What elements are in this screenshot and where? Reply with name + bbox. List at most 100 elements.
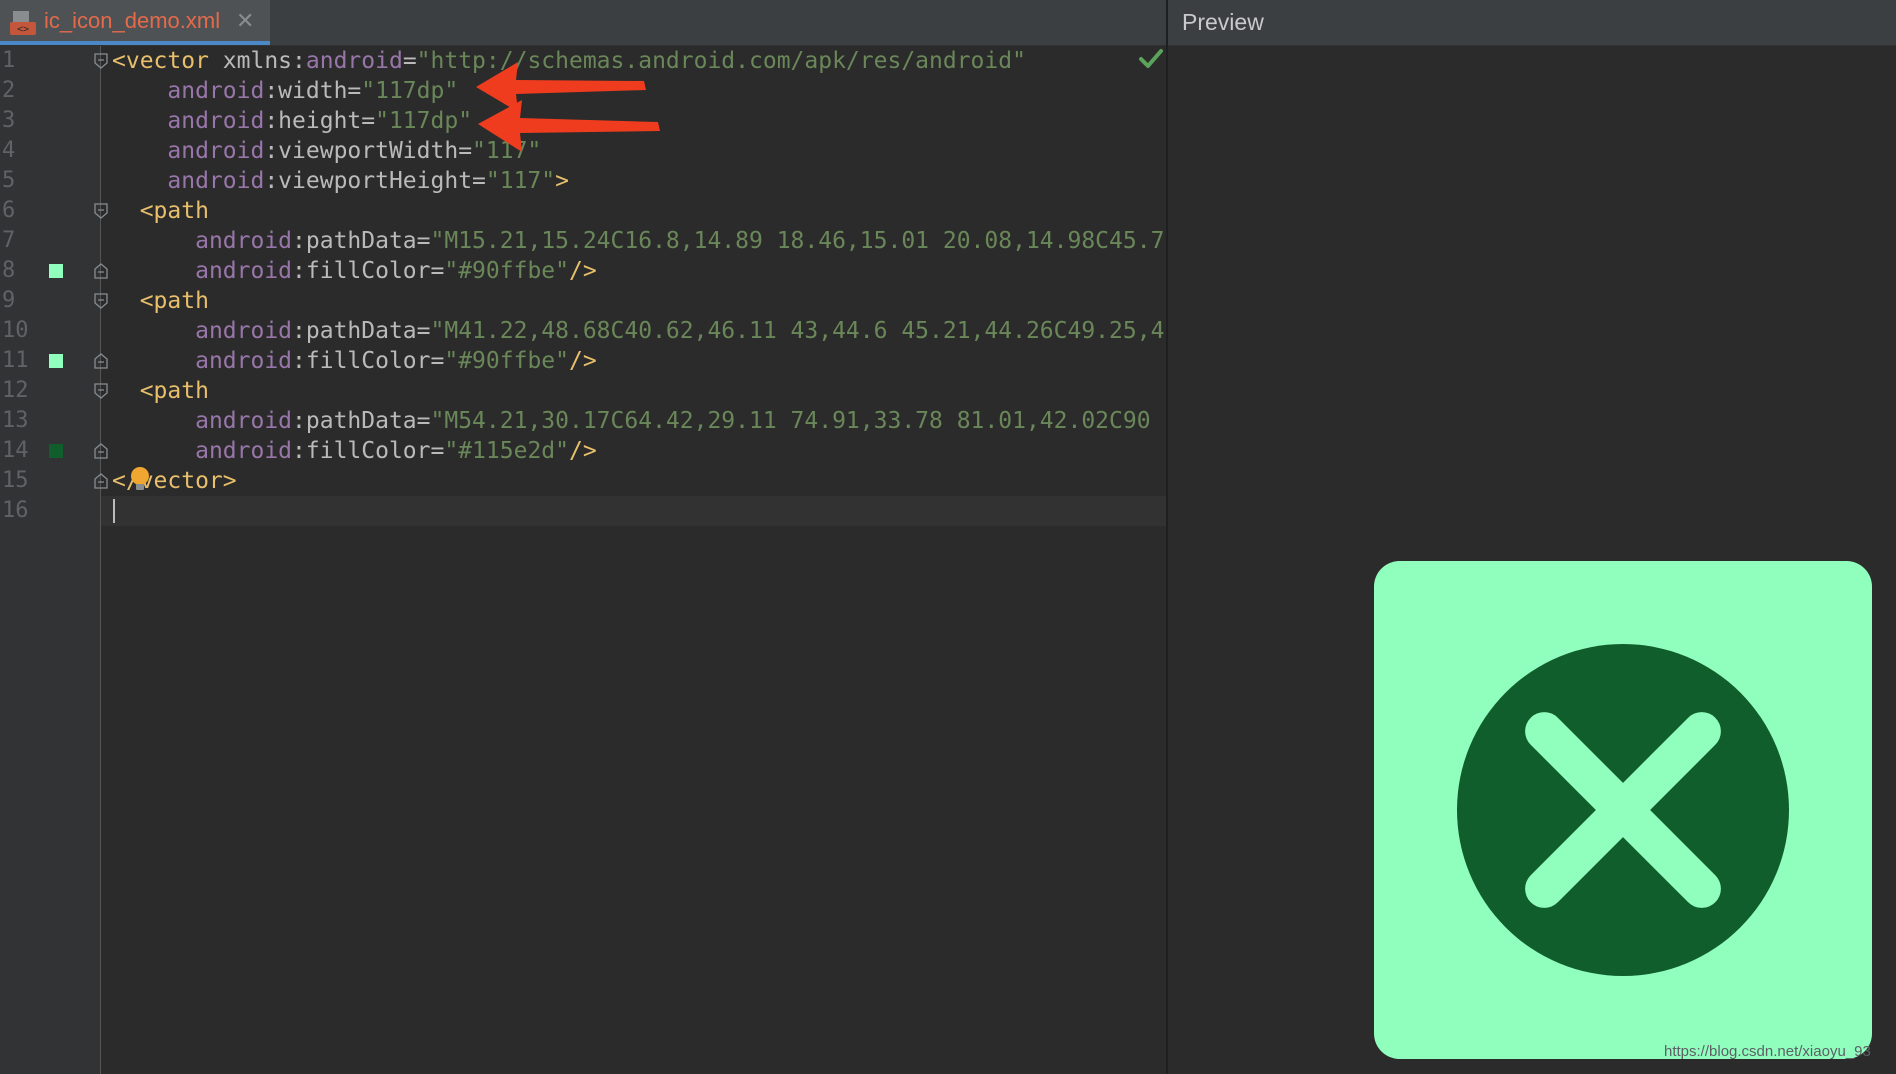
code-token: :width= xyxy=(264,78,362,104)
code-text: android:fillColor="#90ffbe"/> xyxy=(112,256,597,286)
code-token: "117dp" xyxy=(375,108,473,134)
code-token: /> xyxy=(568,258,597,284)
code-token: :fillColor= xyxy=(292,438,445,464)
line-number: 3 xyxy=(2,108,16,133)
line-number: 1 xyxy=(2,48,16,73)
code-line[interactable]: 5 android:viewportHeight="117"> xyxy=(0,166,1166,196)
preview-header: Preview xyxy=(1168,0,1896,46)
fold-close-icon[interactable] xyxy=(94,263,108,279)
tab-ic-icon-demo[interactable]: <> ic_icon_demo.xml ✕ xyxy=(0,0,270,45)
code-line[interactable]: 15 </vector> xyxy=(0,466,1166,496)
code-token: "#90ffbe" xyxy=(444,258,569,284)
code-line[interactable]: 13 android:pathData="M54.21,30.17C64.42,… xyxy=(0,406,1166,436)
svg-text:<>: <> xyxy=(17,24,29,35)
code-line[interactable]: 11 android:fillColor="#90ffbe"/> xyxy=(0,346,1166,376)
code-token: = xyxy=(402,48,417,74)
fold-open-icon[interactable] xyxy=(94,293,108,309)
line-number: 10 xyxy=(2,318,29,343)
line-number: 11 xyxy=(2,348,29,373)
fold-open-icon[interactable] xyxy=(94,203,108,219)
watermark: https://blog.csdn.net/xiaoyu_93 xyxy=(1664,1043,1871,1060)
code-token: :fillColor= xyxy=(292,348,445,374)
code-text: android:width="117dp" xyxy=(112,76,458,106)
close-circle-icon xyxy=(1374,561,1872,1059)
code-text: android:pathData="M54.21,30.17C64.42,29.… xyxy=(112,406,1150,436)
code-token: :viewportWidth= xyxy=(264,138,473,164)
fold-open-icon[interactable] xyxy=(94,53,108,69)
code-line[interactable]: 7 android:pathData="M15.21,15.24C16.8,14… xyxy=(0,226,1166,256)
text-caret xyxy=(113,499,115,523)
line-number: 13 xyxy=(2,408,29,433)
code-token: android xyxy=(195,438,293,464)
line-number: 6 xyxy=(2,198,16,223)
code-token: <path xyxy=(112,288,209,314)
line-number: 8 xyxy=(2,258,16,283)
code-line[interactable]: 12 <path xyxy=(0,376,1166,406)
code-token: <vector xyxy=(112,48,223,74)
code-line[interactable]: 14 android:fillColor="#115e2d"/> xyxy=(0,436,1166,466)
code-text: android:viewportHeight="117"> xyxy=(112,166,569,196)
line-number: 7 xyxy=(2,228,16,253)
code-token: /> xyxy=(568,348,597,374)
fold-close-icon[interactable] xyxy=(94,353,108,369)
code-token: android xyxy=(195,258,293,284)
line-number: 15 xyxy=(2,468,29,493)
code-token: android xyxy=(195,348,293,374)
code-token: android xyxy=(305,48,403,74)
code-token: :pathData= xyxy=(292,318,431,344)
line-number: 2 xyxy=(2,78,16,103)
red-arrow-annotation-height xyxy=(478,100,660,152)
code-token: android xyxy=(167,108,265,134)
color-swatch[interactable] xyxy=(49,444,63,458)
line-number: 4 xyxy=(2,138,16,163)
code-token: <path xyxy=(112,198,209,224)
code-text: android:pathData="M15.21,15.24C16.8,14.8… xyxy=(112,226,1164,256)
code-token: :pathData= xyxy=(292,228,431,254)
tab-label: ic_icon_demo.xml xyxy=(44,8,221,33)
code-token: :fillColor= xyxy=(292,258,445,284)
line-number: 14 xyxy=(2,438,29,463)
code-line[interactable]: 9 <path xyxy=(0,286,1166,316)
lightbulb-icon[interactable] xyxy=(128,465,152,493)
close-icon[interactable]: ✕ xyxy=(236,8,254,34)
code-line[interactable]: 16 xyxy=(0,496,1166,526)
code-token: "M15.21,15.24C16.8,14.89 18.46,15.01 20.… xyxy=(430,228,1165,254)
line-number: 5 xyxy=(2,168,16,193)
fold-open-icon[interactable] xyxy=(94,383,108,399)
color-swatch[interactable] xyxy=(49,264,63,278)
fold-close-icon[interactable] xyxy=(94,443,108,459)
code-text: android:viewportWidth="117" xyxy=(112,136,541,166)
code-token: "117" xyxy=(485,168,556,194)
code-token: android xyxy=(195,408,293,434)
code-token: android xyxy=(167,78,265,104)
code-token: android xyxy=(167,168,265,194)
code-line[interactable]: 6 <path xyxy=(0,196,1166,226)
color-swatch[interactable] xyxy=(49,354,63,368)
code-text: <path xyxy=(112,376,209,406)
preview-title: Preview xyxy=(1182,9,1264,35)
line-number: 12 xyxy=(2,378,29,403)
code-token: android xyxy=(167,138,265,164)
code-line[interactable]: 8 android:fillColor="#90ffbe"/> xyxy=(0,256,1166,286)
code-line[interactable]: 10 android:pathData="M41.22,48.68C40.62,… xyxy=(0,316,1166,346)
code-token: "117dp" xyxy=(361,78,459,104)
code-text: <path xyxy=(112,196,209,226)
code-token: :viewportHeight= xyxy=(264,168,486,194)
code-text: android:fillColor="#115e2d"/> xyxy=(112,436,597,466)
code-text: android:height="117dp" xyxy=(112,106,472,136)
code-token: "#90ffbe" xyxy=(444,348,569,374)
code-editor[interactable]: <> ic_icon_demo.xml ✕ 1 <vector xmlns:and… xyxy=(0,0,1166,1074)
code-token: "#115e2d" xyxy=(444,438,569,464)
code-token: android xyxy=(195,318,293,344)
xml-file-icon: <> xyxy=(10,11,36,35)
line-number: 9 xyxy=(2,288,16,313)
code-text: <path xyxy=(112,286,209,316)
fold-close-icon[interactable] xyxy=(94,473,108,489)
